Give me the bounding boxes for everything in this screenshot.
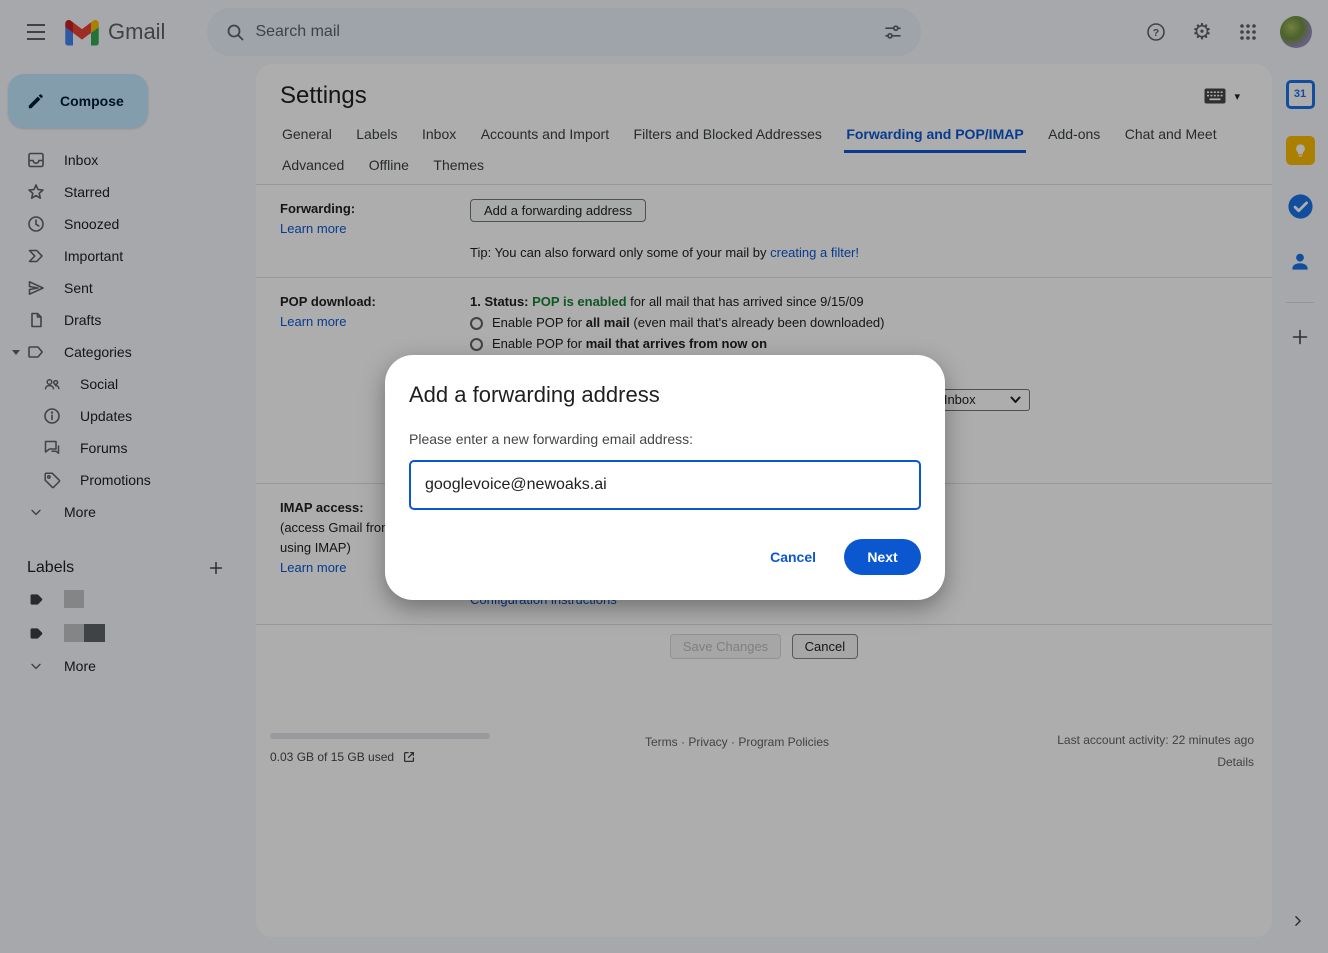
add-forwarding-address-dialog: Add a forwarding address Please enter a …: [385, 355, 945, 600]
forwarding-email-input[interactable]: [409, 460, 921, 510]
dialog-cancel-button[interactable]: Cancel: [770, 549, 816, 565]
dialog-prompt: Please enter a new forwarding email addr…: [409, 431, 921, 447]
dialog-title: Add a forwarding address: [409, 382, 921, 408]
dialog-next-button[interactable]: Next: [844, 539, 921, 575]
gmail-app: Gmail ? ⚙: [0, 0, 1328, 953]
